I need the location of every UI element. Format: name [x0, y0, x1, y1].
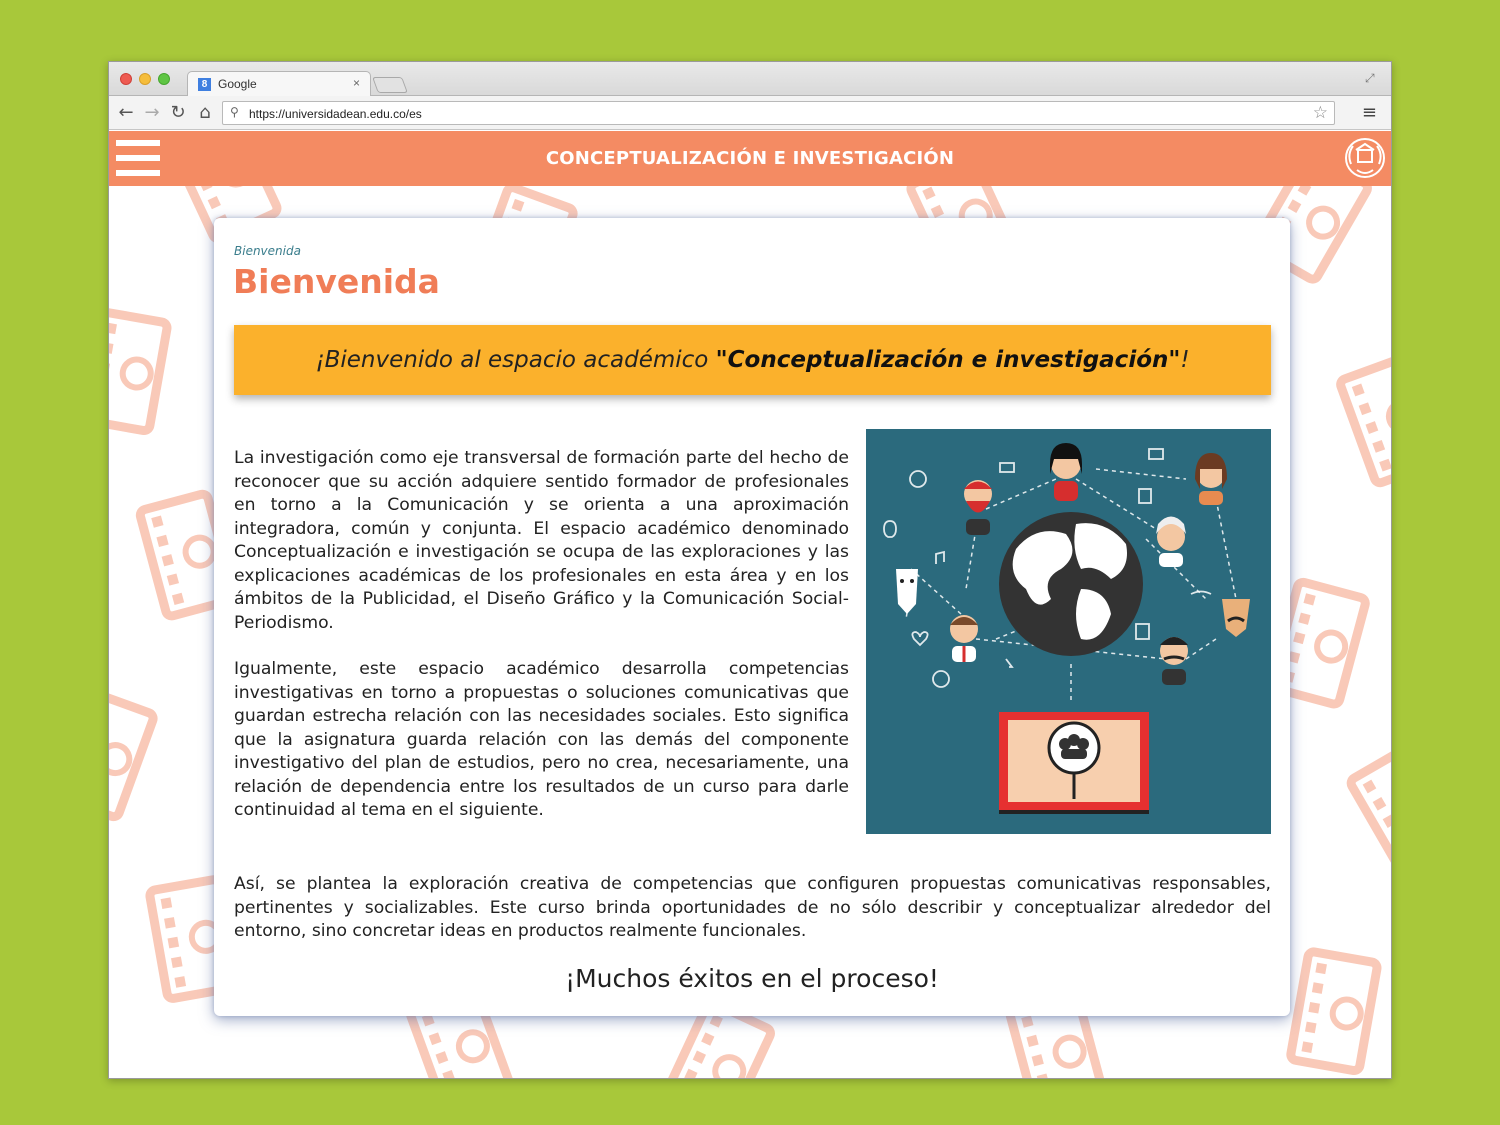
browser-tab[interactable]: 8 Google ×: [187, 71, 371, 97]
url-text[interactable]: https://universidadean.edu.co/es: [249, 107, 422, 121]
reload-icon[interactable]: ↻: [167, 102, 189, 124]
forward-arrow-icon[interactable]: →: [141, 102, 163, 124]
page-title: Bienvenida: [233, 262, 440, 301]
search-icon: ⚲: [230, 105, 239, 119]
intro-paragraph-1: La investigación como eje transversal de…: [234, 448, 849, 633]
browser-window: 8 Google × ⤢ ← → ↻ ⌂ ⚲ https://universid…: [108, 61, 1392, 1079]
close-window-button[interactable]: [120, 73, 132, 85]
browser-toolbar: ← → ↻ ⌂ ⚲ https://universidadean.edu.co/…: [109, 96, 1391, 130]
browser-menu-icon[interactable]: ≡: [1362, 102, 1377, 123]
banner-prefix: ¡Bienvenido al espacio académico: [315, 347, 716, 373]
new-tab-button[interactable]: [372, 77, 408, 93]
welcome-banner: ¡Bienvenido al espacio académico "Concep…: [234, 325, 1271, 395]
university-crest-icon: [1345, 138, 1385, 178]
google-favicon-icon: 8: [198, 78, 211, 91]
minimize-window-button[interactable]: [139, 73, 151, 85]
banner-suffix: !: [1180, 347, 1190, 373]
site-title: CONCEPTUALIZACIÓN E INVESTIGACIÓN: [545, 148, 955, 169]
intro-paragraph-3: Así, se plantea la exploración creativa …: [234, 874, 1271, 941]
tab-title: Google: [218, 77, 257, 91]
tab-strip: 8 Google × ⤢: [109, 62, 1391, 97]
back-arrow-icon[interactable]: ←: [115, 102, 137, 124]
tab-close-icon[interactable]: ×: [353, 76, 360, 90]
address-bar[interactable]: ⚲ https://universidadean.edu.co/es ☆: [222, 101, 1335, 125]
maximize-window-button[interactable]: [158, 73, 170, 85]
banner-course-name: "Conceptualización e investigación": [715, 347, 1181, 373]
closing-message: ¡Muchos éxitos en el proceso!: [565, 964, 939, 993]
research-network-illustration: [866, 429, 1271, 834]
intro-paragraph-2: Igualmente, este espacio académico desar…: [234, 659, 849, 820]
fullscreen-icon[interactable]: ⤢: [1365, 71, 1379, 85]
bookmark-star-icon[interactable]: ☆: [1313, 103, 1328, 123]
breadcrumb[interactable]: Bienvenida: [234, 244, 301, 258]
home-icon[interactable]: ⌂: [194, 102, 216, 124]
site-header: CONCEPTUALIZACIÓN E INVESTIGACIÓN: [109, 131, 1391, 186]
web-page: CONCEPTUALIZACIÓN E INVESTIGACIÓN Bienve…: [109, 131, 1391, 1078]
content-card: Bienvenida Bienvenida ¡Bienvenido al esp…: [214, 218, 1290, 1016]
